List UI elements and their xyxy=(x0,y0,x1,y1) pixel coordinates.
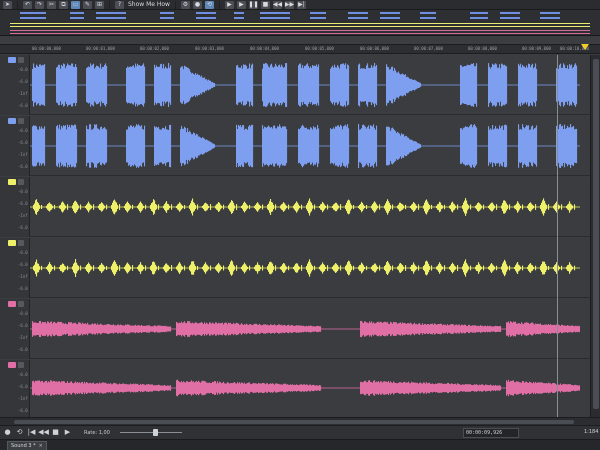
copy-icon[interactable]: ⧉ xyxy=(59,0,68,9)
ruler-tick-label: 00:00:07,000 xyxy=(414,46,443,51)
fast-forward-icon[interactable]: ▶▶ xyxy=(285,0,294,9)
overview-waveform xyxy=(10,12,590,34)
slider-track xyxy=(119,432,182,433)
document-tab[interactable]: Sound 3 * × xyxy=(7,441,47,450)
ruler-tick-label: 00:00:01,000 xyxy=(86,46,115,51)
play-icon[interactable]: ▶ xyxy=(63,428,72,437)
play-looped-icon[interactable]: ▶ xyxy=(236,0,246,9)
ruler-tick-label: 00:00:06,000 xyxy=(360,46,389,51)
ruler-tick-label: 00:00:08,000 xyxy=(468,46,497,51)
ruler-tick-label: 00:00:00,000 xyxy=(32,46,61,51)
transport-bar: ● ⟲ |◀ ◀◀ ■ ▶ Rate: 1,00 00:00:09,926 1:… xyxy=(0,425,600,439)
rewind-icon[interactable]: ◀◀ xyxy=(38,428,49,437)
slider-handle[interactable] xyxy=(152,429,158,436)
track-area: -0.0 -6.0 -Inf -6.0 -0.0 -6.0 -Inf -6.0 … xyxy=(0,55,600,420)
overview-strip[interactable] xyxy=(0,10,600,36)
toolbar-separator xyxy=(174,0,176,9)
show-me-how-button[interactable]: Show Me How xyxy=(128,1,170,8)
rewind-icon[interactable]: ◀◀ xyxy=(273,0,282,9)
cut-icon[interactable]: ✂ xyxy=(47,0,56,9)
rate-slider[interactable] xyxy=(119,428,182,437)
play-icon[interactable]: ▶ xyxy=(224,0,234,9)
toolbar-separator xyxy=(218,0,220,9)
ruler-tick-label: 00:00:05,000 xyxy=(305,46,334,51)
tab-label: Sound 3 * xyxy=(11,443,36,449)
scrollbar-thumb[interactable] xyxy=(593,59,599,409)
gear-icon[interactable]: ⚙ xyxy=(180,0,190,9)
document-tabbar: Sound 3 * × xyxy=(0,439,600,450)
undo-icon[interactable]: ↶ xyxy=(23,0,32,9)
redo-icon[interactable]: ↷ xyxy=(35,0,44,9)
close-icon[interactable]: × xyxy=(39,443,43,449)
zoom-label: 1:184 xyxy=(584,429,599,435)
draw-icon[interactable]: ✎ xyxy=(83,0,92,9)
snap-icon[interactable]: ⊞ xyxy=(95,0,104,9)
stop-icon[interactable]: ■ xyxy=(260,0,270,9)
loop-icon[interactable]: ⟲ xyxy=(204,0,214,9)
stop-icon[interactable]: ■ xyxy=(51,428,60,437)
time-ruler[interactable]: 00:00:00,000 00:00:01,000 00:00:02,000 0… xyxy=(0,44,600,54)
playhead-marker[interactable] xyxy=(581,44,589,50)
help-icon[interactable]: ? xyxy=(115,0,124,9)
record-icon[interactable]: ● xyxy=(192,0,202,9)
toolbar-separator xyxy=(17,0,18,9)
arrow-icon[interactable]: ➤ xyxy=(3,0,12,9)
toolbar-separator xyxy=(109,0,110,9)
record-icon[interactable]: ● xyxy=(3,428,12,437)
ruler-tick-label: 00:00:03,000 xyxy=(195,46,224,51)
loop-icon[interactable]: ⟲ xyxy=(15,428,24,437)
ruler-tick-label: 00:00:09,000 xyxy=(522,46,551,51)
playhead-line xyxy=(557,55,558,417)
rate-label: Rate: 1,00 xyxy=(84,429,110,436)
vertical-scrollbar[interactable] xyxy=(590,55,600,417)
selection-icon[interactable]: ▭ xyxy=(71,0,80,9)
ruler-tick-label: 00:00:02,000 xyxy=(140,46,169,51)
horizontal-scrollbar[interactable] xyxy=(0,417,600,425)
pause-icon[interactable]: ❚❚ xyxy=(248,0,259,9)
ruler-tick-label: 00:00:04,000 xyxy=(250,46,279,51)
main-toolbar: ➤ ↶ ↷ ✂ ⧉ ▭ ✎ ⊞ ? Show Me How ⚙ ● ⟲ ▶ ▶ … xyxy=(0,0,600,10)
time-display[interactable]: 00:00:09,926 xyxy=(463,428,519,438)
go-to-end-icon[interactable]: ▶| xyxy=(296,0,306,9)
scrollbar-thumb[interactable] xyxy=(14,420,574,424)
go-to-start-icon[interactable]: |◀ xyxy=(27,428,36,437)
